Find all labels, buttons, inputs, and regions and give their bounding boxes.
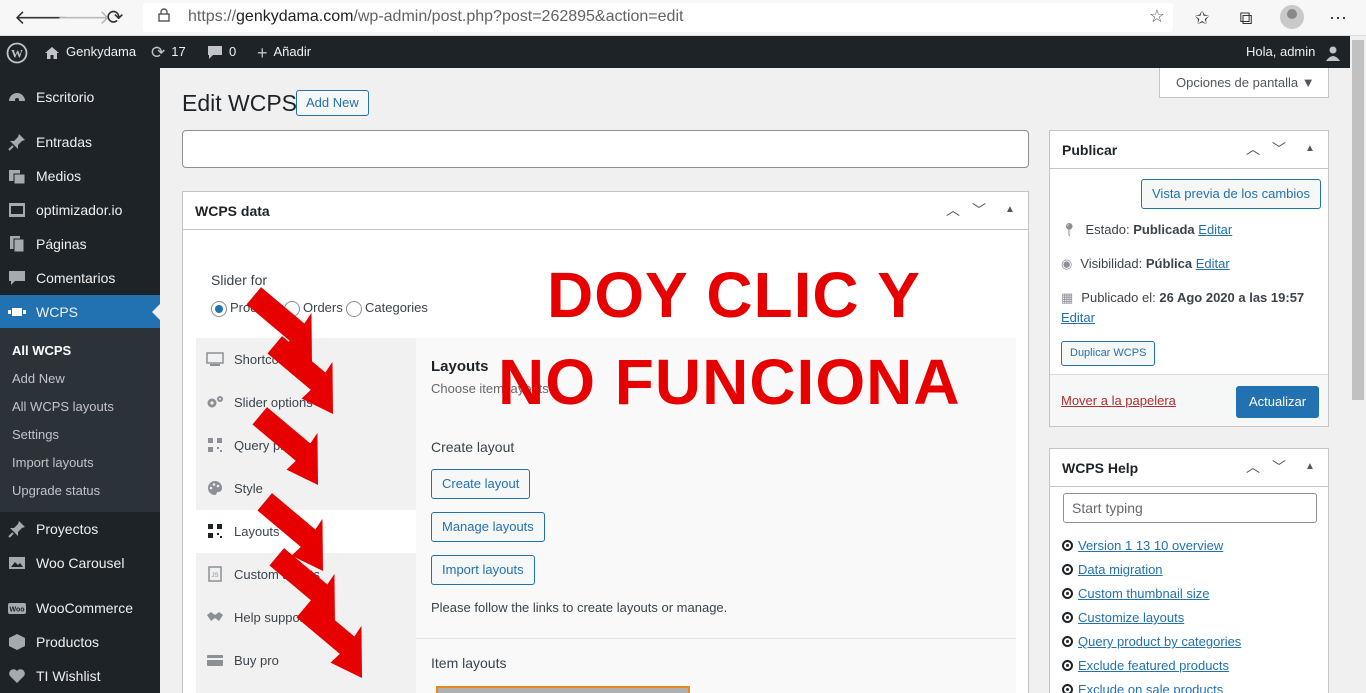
arrow-query-product <box>251 402 322 491</box>
annotation-arrows <box>245 282 366 684</box>
